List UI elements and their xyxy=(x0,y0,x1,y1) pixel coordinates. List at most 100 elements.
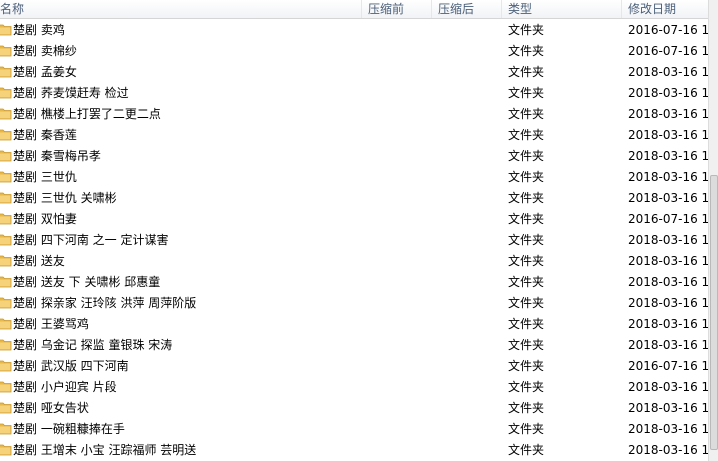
folder-icon xyxy=(0,255,12,267)
file-name: 楚剧 秦香莲 xyxy=(13,128,77,142)
folder-icon xyxy=(0,381,12,393)
file-row[interactable]: 楚剧 乌金记 探监 童银珠 宋涛 文件夹 2018-03-16 19 xyxy=(0,335,708,356)
file-name: 楚剧 探亲家 汪玲陔 洪萍 周萍阶版 xyxy=(13,296,197,310)
file-name: 楚剧 小户迎宾 片段 xyxy=(13,380,117,394)
file-name: 楚剧 武汉版 四下河南 xyxy=(13,359,129,373)
file-name: 楚剧 送友 下 关啸彬 邱惠童 xyxy=(13,275,161,289)
folder-icon xyxy=(0,45,12,57)
file-type: 文件夹 xyxy=(508,317,545,331)
file-date: 2018-03-16 19 xyxy=(628,86,708,100)
file-row[interactable]: 楚剧 武汉版 四下河南 文件夹 2016-07-16 17 xyxy=(0,356,708,377)
file-row[interactable]: 楚剧 王婆骂鸡 文件夹 2018-03-16 19 xyxy=(0,314,708,335)
file-date: 2018-03-16 19 xyxy=(628,296,708,310)
file-type: 文件夹 xyxy=(508,107,545,121)
folder-icon xyxy=(0,213,12,225)
file-type: 文件夹 xyxy=(508,338,545,352)
file-type: 文件夹 xyxy=(508,296,545,310)
file-row[interactable]: 楚剧 秦雪梅吊孝 文件夹 2018-03-16 19 xyxy=(0,146,708,167)
file-row[interactable]: 楚剧 秦香莲 文件夹 2018-03-16 19 xyxy=(0,125,708,146)
file-type: 文件夹 xyxy=(508,380,545,394)
file-date: 2016-07-16 17 xyxy=(628,44,708,58)
file-row[interactable]: 楚剧 双怕妻 文件夹 2016-07-16 17 xyxy=(0,209,708,230)
file-list: 楚剧 卖鸡 文件夹 2016-07-16 17 楚剧 卖棉纱 文件夹 2016-07-16… xyxy=(0,20,708,461)
folder-icon xyxy=(0,129,12,141)
file-date: 2016-07-16 17 xyxy=(628,359,708,373)
file-date: 2018-03-16 19 xyxy=(628,107,708,121)
file-name: 楚剧 孟姜女 xyxy=(13,65,77,79)
file-type: 文件夹 xyxy=(508,86,545,100)
folder-icon xyxy=(0,150,12,162)
file-type: 文件夹 xyxy=(508,359,545,373)
file-row[interactable]: 楚剧 小户迎宾 片段 文件夹 2018-03-16 19 xyxy=(0,377,708,398)
file-name: 楚剧 四下河南 之一 定计谋害 xyxy=(13,233,169,247)
file-date: 2018-03-16 19 xyxy=(628,317,708,331)
file-name: 楚剧 樵楼上打罢了二更二点 xyxy=(13,107,161,121)
file-type: 文件夹 xyxy=(508,254,545,268)
file-row[interactable]: 楚剧 一碗粗糠捧在手 文件夹 2018-03-16 19 xyxy=(0,419,708,440)
file-row[interactable]: 楚剧 卖棉纱 文件夹 2016-07-16 17 xyxy=(0,41,708,62)
file-type: 文件夹 xyxy=(508,65,545,79)
file-row[interactable]: 楚剧 荞麦馍赶寿 检过 文件夹 2018-03-16 19 xyxy=(0,83,708,104)
file-name: 楚剧 荞麦馍赶寿 检过 xyxy=(13,86,129,100)
column-header-name[interactable]: 名称 xyxy=(0,0,362,18)
file-date: 2018-03-16 19 xyxy=(628,65,708,79)
column-header-before[interactable]: 压缩前 xyxy=(362,0,432,18)
file-row[interactable]: 楚剧 哑女告状 文件夹 2018-03-16 19 xyxy=(0,398,708,419)
folder-icon xyxy=(0,234,12,246)
file-date: 2018-03-16 19 xyxy=(628,191,708,205)
file-row[interactable]: 楚剧 探亲家 汪玲陔 洪萍 周萍阶版 文件夹 2018-03-16 19 xyxy=(0,293,708,314)
file-row[interactable]: 楚剧 送友 文件夹 2018-03-16 19 xyxy=(0,251,708,272)
file-row[interactable]: 楚剧 孟姜女 文件夹 2018-03-16 19 xyxy=(0,62,708,83)
file-row[interactable]: 楚剧 四下河南 之一 定计谋害 文件夹 2018-03-16 19 xyxy=(0,230,708,251)
file-date: 2018-03-16 19 xyxy=(628,443,708,457)
file-type: 文件夹 xyxy=(508,233,545,247)
folder-icon xyxy=(0,423,12,435)
folder-icon xyxy=(0,87,12,99)
vertical-scrollbar[interactable] xyxy=(708,0,718,461)
file-type: 文件夹 xyxy=(508,401,545,415)
file-name: 楚剧 王增末 小宝 汪踪福师 芸明送 xyxy=(13,443,197,457)
file-type: 文件夹 xyxy=(508,212,545,226)
column-header-bar: 名称 压缩前 压缩后 类型 修改日期 xyxy=(0,0,718,19)
file-date: 2018-03-16 19 xyxy=(628,401,708,415)
folder-icon xyxy=(0,444,12,456)
folder-icon xyxy=(0,402,12,414)
file-name: 楚剧 送友 xyxy=(13,254,65,268)
file-type: 文件夹 xyxy=(508,44,545,58)
file-name: 楚剧 乌金记 探监 童银珠 宋涛 xyxy=(13,338,173,352)
file-type: 文件夹 xyxy=(508,422,545,436)
file-row[interactable]: 楚剧 樵楼上打罢了二更二点 文件夹 2018-03-16 19 xyxy=(0,104,708,125)
file-name: 楚剧 秦雪梅吊孝 xyxy=(13,149,101,163)
folder-icon xyxy=(0,318,12,330)
file-row[interactable]: 楚剧 送友 下 关啸彬 邱惠童 文件夹 2018-03-16 19 xyxy=(0,272,708,293)
file-date: 2018-03-16 19 xyxy=(628,149,708,163)
folder-icon xyxy=(0,108,12,120)
folder-icon xyxy=(0,192,12,204)
file-name: 楚剧 一碗粗糠捧在手 xyxy=(13,422,125,436)
file-row[interactable]: 楚剧 王增末 小宝 汪踪福师 芸明送 文件夹 2018-03-16 19 xyxy=(0,440,708,461)
folder-icon xyxy=(0,339,12,351)
file-date: 2016-07-16 17 xyxy=(628,212,708,226)
file-type: 文件夹 xyxy=(508,128,545,142)
folder-icon xyxy=(0,360,12,372)
file-type: 文件夹 xyxy=(508,23,545,37)
file-name: 楚剧 三世仇 关啸彬 xyxy=(13,191,117,205)
file-type: 文件夹 xyxy=(508,149,545,163)
folder-icon xyxy=(0,24,12,36)
file-date: 2018-03-16 19 xyxy=(628,275,708,289)
file-date: 2016-07-16 17 xyxy=(628,23,708,37)
file-date: 2018-03-16 19 xyxy=(628,422,708,436)
file-type: 文件夹 xyxy=(508,443,545,457)
file-date: 2018-03-16 19 xyxy=(628,128,708,142)
file-name: 楚剧 三世仇 xyxy=(13,170,77,184)
file-name: 楚剧 卖棉纱 xyxy=(13,44,77,58)
file-row[interactable]: 楚剧 三世仇 文件夹 2018-03-16 19 xyxy=(0,167,708,188)
file-row[interactable]: 楚剧 三世仇 关啸彬 文件夹 2018-03-16 19 xyxy=(0,188,708,209)
file-name: 楚剧 卖鸡 xyxy=(13,23,65,37)
column-header-date[interactable]: 修改日期 xyxy=(622,0,712,18)
file-type: 文件夹 xyxy=(508,275,545,289)
scrollbar-thumb[interactable] xyxy=(710,175,718,450)
column-header-type[interactable]: 类型 xyxy=(502,0,622,18)
file-row[interactable]: 楚剧 卖鸡 文件夹 2016-07-16 17 xyxy=(0,20,708,41)
column-header-after[interactable]: 压缩后 xyxy=(432,0,502,18)
